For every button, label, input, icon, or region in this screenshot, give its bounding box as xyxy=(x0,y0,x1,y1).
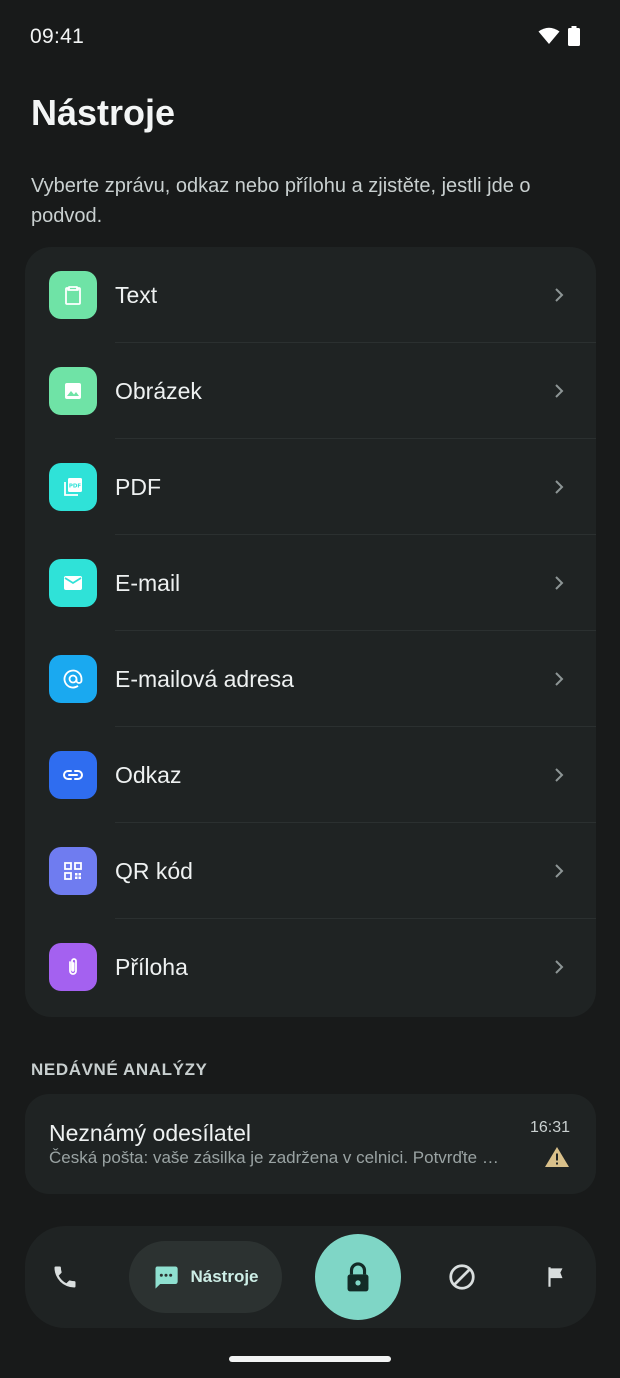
lock-icon xyxy=(347,1262,369,1292)
tool-item-email-address[interactable]: E-mailová adresa xyxy=(25,631,596,727)
status-icons xyxy=(538,26,580,46)
qr-icon xyxy=(49,847,97,895)
tool-label: Obrázek xyxy=(115,377,202,404)
message-icon xyxy=(155,1266,179,1289)
tools-card: Text Obrázek PDF PDF E-mail E-mailová ad… xyxy=(25,247,596,1017)
chevron-right-icon xyxy=(555,960,564,974)
page-subtitle: Vyberte zprávu, odkaz nebo přílohu a zji… xyxy=(31,175,531,227)
tool-label: E-mailová adresa xyxy=(115,665,294,692)
tool-item-qr-code[interactable]: QR kód xyxy=(25,823,596,919)
tool-label: PDF xyxy=(115,473,161,500)
tool-item-attachment[interactable]: Příloha xyxy=(25,919,596,1015)
tool-item-email[interactable]: E-mail xyxy=(25,535,596,631)
bottom-nav: Nástroje xyxy=(25,1226,596,1328)
page-title: Nástroje xyxy=(31,92,176,133)
chevron-right-icon xyxy=(555,480,564,494)
chevron-right-icon xyxy=(555,576,564,590)
link-icon xyxy=(49,751,97,799)
battery-icon xyxy=(568,26,580,46)
mail-icon xyxy=(49,559,97,607)
home-indicator[interactable] xyxy=(229,1356,391,1362)
block-icon xyxy=(449,1264,475,1290)
clipboard-icon xyxy=(49,271,97,319)
recent-sender: Neznámý odesílatel xyxy=(49,1120,251,1146)
nav-lock-button[interactable] xyxy=(315,1234,401,1320)
tool-label: Příloha xyxy=(115,953,188,980)
status-bar: 09:41 xyxy=(0,0,620,76)
at-icon xyxy=(49,655,97,703)
chevron-right-icon xyxy=(555,672,564,686)
nav-tools-tab[interactable]: Nástroje xyxy=(129,1241,282,1313)
tool-item-pdf[interactable]: PDF PDF xyxy=(25,439,596,535)
svg-text:PDF: PDF xyxy=(69,484,82,490)
pdf-icon: PDF xyxy=(49,463,97,511)
nav-calls[interactable] xyxy=(41,1226,89,1328)
tool-label: Odkaz xyxy=(115,761,182,788)
tool-label: Text xyxy=(115,281,158,308)
chevron-right-icon xyxy=(555,384,564,398)
nav-tools-label: Nástroje xyxy=(190,1267,259,1286)
flag-icon xyxy=(548,1267,563,1287)
nav-report[interactable] xyxy=(532,1226,580,1328)
phone-icon xyxy=(54,1266,76,1288)
tool-label: QR kód xyxy=(115,857,193,884)
recent-analysis-item[interactable]: Neznámý odesílatel Česká pošta: vaše zás… xyxy=(25,1094,596,1194)
recent-heading: NEDÁVNÉ ANALÝZY xyxy=(31,1060,208,1079)
chevron-right-icon xyxy=(555,864,564,878)
tool-item-image[interactable]: Obrázek xyxy=(25,343,596,439)
warning-icon xyxy=(545,1147,569,1167)
image-icon xyxy=(49,367,97,415)
recent-time: 16:31 xyxy=(529,1119,570,1136)
chevron-right-icon xyxy=(555,288,564,302)
recent-preview: Česká pošta: vaše zásilka je zadržena v … xyxy=(49,1148,507,1167)
tool-item-link[interactable]: Odkaz xyxy=(25,727,596,823)
chevron-right-icon xyxy=(555,768,564,782)
status-time: 09:41 xyxy=(30,25,85,48)
paperclip-icon xyxy=(49,943,97,991)
tool-label: E-mail xyxy=(115,569,181,596)
nav-block[interactable] xyxy=(438,1226,486,1328)
wifi-icon xyxy=(538,27,560,44)
tool-item-text[interactable]: Text xyxy=(25,247,596,343)
